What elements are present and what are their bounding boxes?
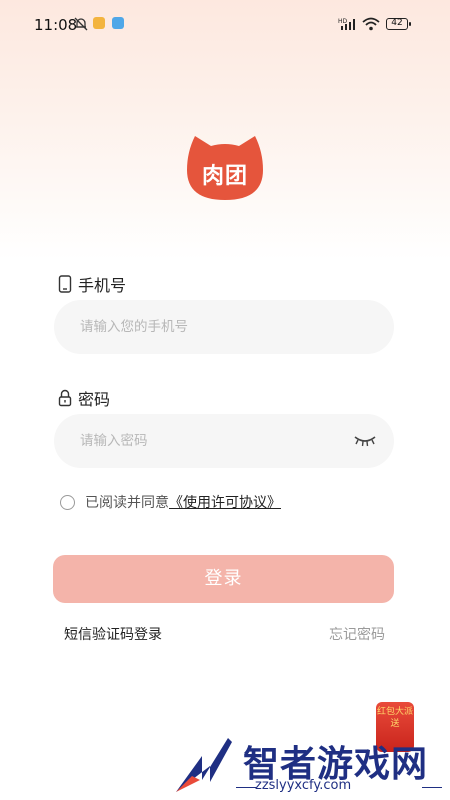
status-bar: 11:08 HD 42 — [0, 0, 450, 52]
watermark-url: zzslyyxcfy.com — [255, 778, 352, 793]
agreement-text: 已阅读并同意 — [85, 495, 169, 511]
sms-login-link[interactable]: 短信验证码登录 — [64, 624, 162, 644]
watermark-line-left — [236, 787, 256, 788]
login-button[interactable]: 登录 — [53, 555, 394, 603]
phone-label: 手机号 — [78, 276, 127, 295]
battery-icon: 42 — [386, 18, 408, 30]
network-label: HD — [338, 18, 348, 25]
phone-input-box[interactable] — [54, 300, 394, 354]
password-label: 密码 — [78, 390, 111, 409]
app-logo-text: 肉团 — [201, 164, 248, 189]
battery-level: 42 — [391, 18, 403, 28]
agreement-row: 已阅读并同意 《使用许可协议》 — [60, 492, 281, 512]
password-label-row: 密码 — [58, 386, 110, 410]
agreement-link[interactable]: 《使用许可协议》 — [169, 492, 281, 512]
forgot-password-link[interactable]: 忘记密码 — [329, 624, 385, 644]
password-input-box[interactable] — [54, 414, 394, 468]
phone-input[interactable] — [80, 300, 340, 354]
notification-app-icon — [93, 17, 105, 29]
battery-tip — [409, 22, 411, 26]
agreement-checkbox[interactable] — [60, 494, 75, 510]
phone-icon — [58, 275, 72, 293]
signal-icon: HD — [338, 18, 355, 30]
lock-icon — [58, 389, 72, 407]
watermark-line-right — [422, 787, 442, 788]
wifi-icon — [362, 17, 380, 31]
password-input[interactable] — [80, 414, 340, 468]
phone-label-row: 手机号 — [58, 272, 126, 296]
watermark-logo-icon — [176, 738, 232, 792]
status-time: 11:08 — [34, 16, 78, 34]
eye-closed-icon[interactable] — [354, 435, 376, 447]
upload-app-icon — [112, 17, 124, 29]
bell-off-icon — [74, 17, 88, 31]
